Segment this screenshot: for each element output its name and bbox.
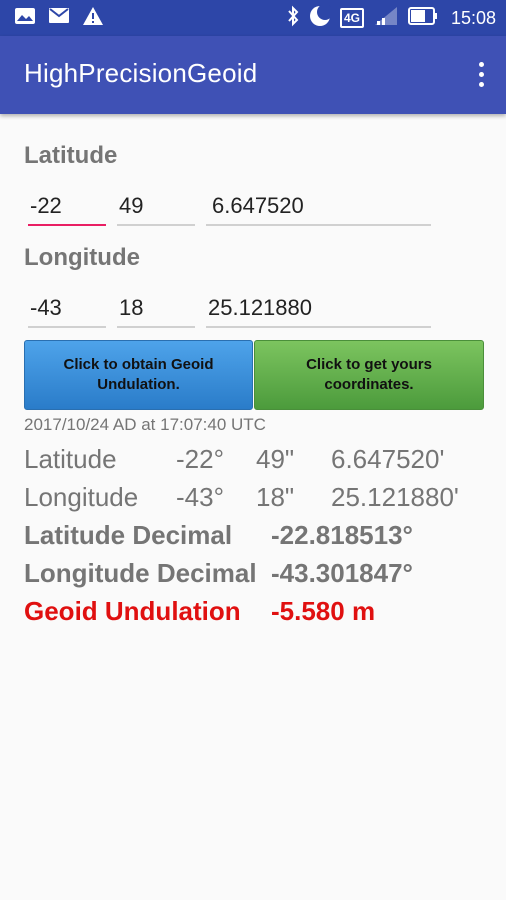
bluetooth-icon xyxy=(286,5,300,32)
get-coordinates-button[interactable]: Click to get yours coordinates. xyxy=(254,340,484,410)
app-bar: HighPrecisionGeoid xyxy=(0,36,506,114)
status-time: 15:08 xyxy=(450,7,496,28)
result-latitude-label: Latitude xyxy=(24,444,117,474)
battery-icon xyxy=(407,6,438,30)
result-longitude-decimal-label: Longitude Decimal xyxy=(24,558,257,588)
result-latitude-decimal-label: Latitude Decimal xyxy=(24,520,233,550)
gallery-icon xyxy=(14,7,36,30)
result-latitude-decimal-value: -22.818513° xyxy=(271,520,413,550)
result-timestamp: 2017/10/24 AD at 17:07:40 UTC xyxy=(24,415,266,434)
result-latitude-degrees: -22° xyxy=(176,444,224,474)
result-longitude-degrees: -43° xyxy=(176,482,224,512)
longitude-degrees-input[interactable]: -43 xyxy=(28,292,106,328)
longitude-minutes-input[interactable]: 18 xyxy=(117,292,195,328)
result-latitude-seconds: 6.647520' xyxy=(331,444,445,474)
result-latitude-minutes: 49" xyxy=(256,444,295,474)
longitude-seconds-input[interactable]: 25.121880 xyxy=(206,292,431,328)
result-geoid-value: -5.580 m xyxy=(271,596,376,626)
mail-icon xyxy=(48,7,70,29)
result-longitude-decimal-value: -43.301847° xyxy=(271,558,413,588)
result-longitude-minutes: 18" xyxy=(256,482,295,512)
moon-icon xyxy=(309,3,333,32)
app-title: HighPrecisionGeoid xyxy=(24,58,258,88)
latitude-minutes-input[interactable]: 49 xyxy=(117,190,195,226)
latitude-seconds-input[interactable]: 6.647520 xyxy=(206,190,431,226)
more-vert-icon[interactable] xyxy=(476,60,486,90)
latitude-heading: Latitude xyxy=(24,142,118,169)
result-longitude-label: Longitude xyxy=(24,482,139,512)
latitude-degrees-input[interactable]: -22 xyxy=(28,190,106,226)
result-longitude-seconds: 25.121880' xyxy=(331,482,459,512)
longitude-heading: Longitude xyxy=(24,244,140,271)
get-geoid-undulation-button[interactable]: Click to obtain Geoid Undulation. xyxy=(24,340,253,410)
signal-icon xyxy=(373,6,399,31)
network-type-icon: 4G xyxy=(339,8,364,28)
status-bar: 4G 15:08 xyxy=(0,0,506,36)
warning-icon xyxy=(82,6,104,31)
result-geoid-label: Geoid Undulation xyxy=(24,596,241,626)
